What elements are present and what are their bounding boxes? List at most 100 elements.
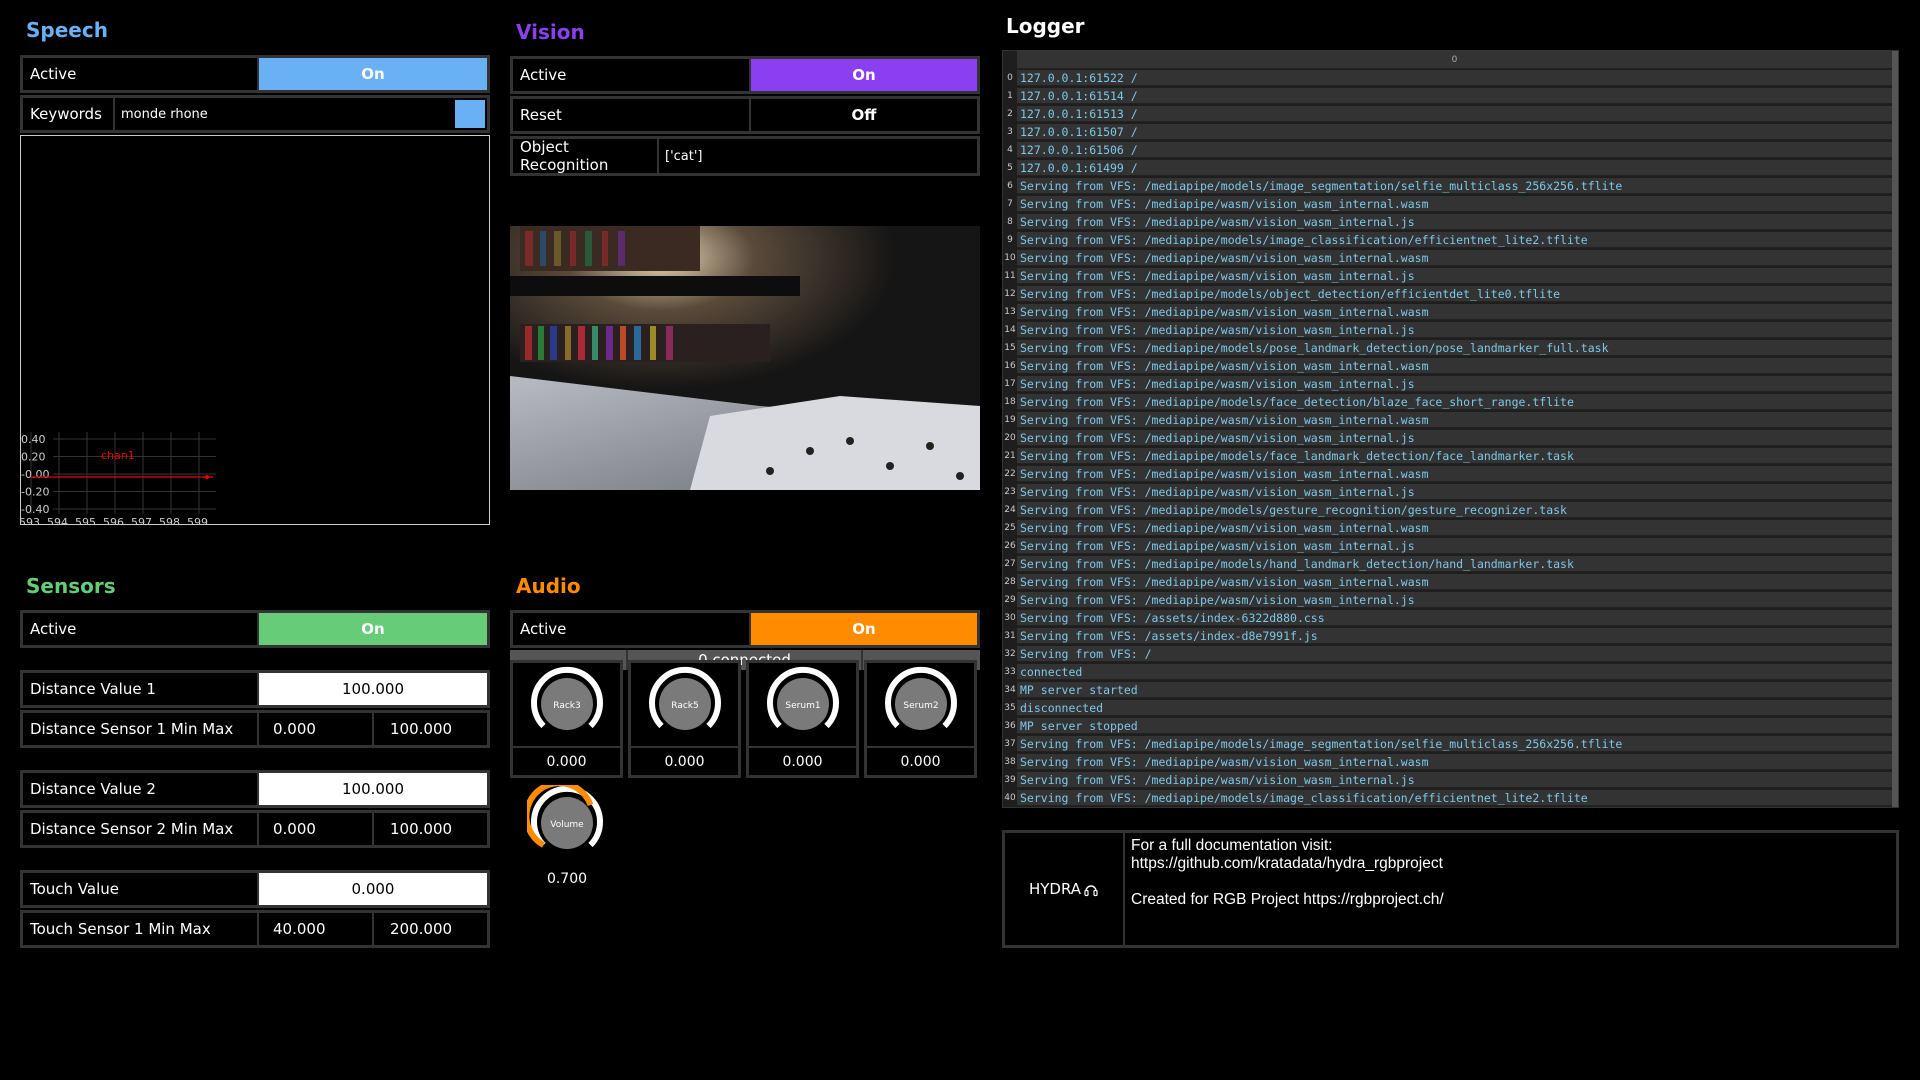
log-row: 12 Serving from VFS: /mediapipe/models/ob… <box>1003 285 1898 303</box>
plot-y-tick-label: -0.00 <box>21 468 49 481</box>
log-row-index: 37 <box>1004 739 1016 749</box>
plot-grid <box>30 432 216 514</box>
plot-x-tick-label: 597 <box>131 516 152 524</box>
distance1-min-input[interactable]: 0.000 <box>259 713 374 745</box>
log-row-index: 2 <box>1007 109 1013 119</box>
vision-active-row: Active On <box>510 56 980 94</box>
log-row-text: Serving from VFS: /mediapipe/wasm/vision… <box>1017 754 1892 770</box>
log-row-text: Serving from VFS: /mediapipe/models/imag… <box>1017 736 1892 752</box>
plot-y-tick-label: -0.20 <box>21 486 49 499</box>
log-row: 17 Serving from VFS: /mediapipe/wasm/visi… <box>1003 375 1898 393</box>
hydra-brand: HYDRA <box>1005 833 1125 945</box>
distance2-min-input[interactable]: 0.000 <box>259 813 374 845</box>
knob-rack3-label: Rack3 <box>553 701 580 711</box>
log-row-text: Serving from VFS: /mediapipe/models/gest… <box>1017 502 1892 518</box>
logger-column-header: 0 <box>1017 51 1892 69</box>
log-row-text: Serving from VFS: /mediapipe/wasm/vision… <box>1017 484 1892 500</box>
logger-rows: 0 127.0.0.1:61522 /1 127.0.0.1:61514 /2 127… <box>1003 69 1898 807</box>
knob-serum2: Serum2 0.000 <box>864 660 977 778</box>
distance1-max-input[interactable]: 100.000 <box>374 713 487 745</box>
log-row: 1 127.0.0.1:61514 / <box>1003 87 1898 105</box>
vision-active-label: Active <box>513 59 751 91</box>
plot-series-point <box>205 475 209 479</box>
log-row-text: MP server stopped <box>1017 718 1892 734</box>
knob-rack5-dial[interactable]: Rack5 <box>645 666 725 746</box>
log-row: 39 Serving from VFS: /mediapipe/wasm/visi… <box>1003 771 1898 789</box>
speech-active-row: Active On <box>20 55 490 93</box>
speech-active-label: Active <box>23 58 259 90</box>
log-row-index: 32 <box>1004 649 1016 659</box>
log-row-text: Serving from VFS: /mediapipe/models/obje… <box>1017 286 1892 302</box>
log-row-index: 29 <box>1004 595 1016 605</box>
log-row-index: 40 <box>1004 793 1016 803</box>
knob-volume-dial[interactable]: Volume <box>523 780 607 865</box>
vision-reset-toggle[interactable]: Off <box>751 99 977 131</box>
knob-rack3-dial[interactable]: Rack3 <box>527 666 607 746</box>
touch-max-input[interactable]: 200.000 <box>374 913 487 945</box>
log-row-text: 127.0.0.1:61507 / <box>1017 124 1892 140</box>
log-row: 21 Serving from VFS: /mediapipe/models/fa… <box>1003 447 1898 465</box>
docs-link-github[interactable]: https://github.com/kratadata/hydra_rgbpr… <box>1131 855 1444 873</box>
knob-rack5: Rack5 0.000 <box>628 660 741 778</box>
log-row: 40 Serving from VFS: /mediapipe/models/im… <box>1003 789 1898 807</box>
log-row-text: Serving from VFS: /mediapipe/wasm/vision… <box>1017 520 1892 536</box>
log-row-index: 0 <box>1007 73 1013 83</box>
log-row: 8 Serving from VFS: /mediapipe/wasm/visio… <box>1003 213 1898 231</box>
log-row-index: 19 <box>1004 415 1016 425</box>
vision-object-value: ['cat'] <box>665 148 703 164</box>
log-row-index: 7 <box>1007 199 1013 209</box>
vision-reset-label: Reset <box>513 99 751 131</box>
speech-active-toggle[interactable]: On <box>259 58 487 90</box>
speech-keywords-submit[interactable] <box>455 100 485 128</box>
distance2-label: Distance Value 2 <box>23 773 259 805</box>
log-row: 3 127.0.0.1:61507 / <box>1003 123 1898 141</box>
logger-scrollbar[interactable] <box>1892 51 1898 807</box>
log-row-index: 12 <box>1004 289 1016 299</box>
knob-serum2-dial[interactable]: Serum2 <box>881 666 961 746</box>
plot-x-tick-label: 598 <box>159 516 180 524</box>
docs-line-1: For a full documentation visit: <box>1131 837 1333 854</box>
log-row: 22 Serving from VFS: /mediapipe/wasm/visi… <box>1003 465 1898 483</box>
log-row-text: 127.0.0.1:61522 / <box>1017 70 1892 86</box>
log-row: 25 Serving from VFS: /mediapipe/wasm/visi… <box>1003 519 1898 537</box>
sensors-active-toggle[interactable]: On <box>259 613 487 645</box>
log-row: 38 Serving from VFS: /mediapipe/wasm/visi… <box>1003 753 1898 771</box>
audio-title: Audio <box>516 574 581 598</box>
knob-rack3: Rack3 0.000 <box>510 660 623 778</box>
log-row-text: Serving from VFS: /mediapipe/wasm/vision… <box>1017 322 1892 338</box>
vision-reset-row: Reset Off <box>510 96 980 134</box>
speech-plot-svg: 0.400.20-0.00-0.20-0.40 593 594 595 596 597 5… <box>19 432 216 529</box>
touch-row: Touch Value 0.000 <box>20 870 490 908</box>
info-panel: HYDRA For a full documentation visit: ht… <box>1002 830 1899 948</box>
docs-text: For a full documentation visit: https://… <box>1125 833 1450 945</box>
log-row: 33 connected <box>1003 663 1898 681</box>
log-row-text: Serving from VFS: /assets/index-6322d880… <box>1017 610 1892 626</box>
docs-line-rgb[interactable]: Created for RGB Project https://rgbproje… <box>1131 891 1444 909</box>
knob-serum1-dial[interactable]: Serum1 <box>763 666 843 746</box>
log-row-index: 24 <box>1004 505 1016 515</box>
audio-active-label: Active <box>513 613 751 645</box>
log-row-index: 28 <box>1004 577 1016 587</box>
distance2-max-input[interactable]: 100.000 <box>374 813 487 845</box>
sensors-title: Sensors <box>26 574 116 598</box>
log-row-index: 4 <box>1007 145 1013 155</box>
plot-y-tick-label: -0.40 <box>21 503 49 516</box>
knob-serum1-value: 0.000 <box>749 746 856 775</box>
log-row-text: Serving from VFS: /mediapipe/models/hand… <box>1017 556 1892 572</box>
vision-active-toggle[interactable]: On <box>751 59 977 91</box>
log-row-text: 127.0.0.1:61514 / <box>1017 88 1892 104</box>
plot-series-label: chan1 <box>101 449 135 462</box>
distance2-minmax-label: Distance Sensor 2 Min Max <box>23 813 259 845</box>
distance1-minmax-label: Distance Sensor 1 Min Max <box>23 713 259 745</box>
log-row-index: 22 <box>1004 469 1016 479</box>
distance2-row: Distance Value 2 100.000 <box>20 770 490 808</box>
log-row: 26 Serving from VFS: /mediapipe/wasm/visi… <box>1003 537 1898 555</box>
log-row: 24 Serving from VFS: /mediapipe/models/ge… <box>1003 501 1898 519</box>
log-row-index: 25 <box>1004 523 1016 533</box>
audio-active-toggle[interactable]: On <box>751 613 977 645</box>
speech-keywords-input[interactable]: monde rhone <box>115 98 453 130</box>
log-row: 14 Serving from VFS: /mediapipe/wasm/visi… <box>1003 321 1898 339</box>
logger-panel[interactable]: 0 0 127.0.0.1:61522 /1 127.0.0.1:61514 /2 1… <box>1002 50 1899 808</box>
log-row: 36 MP server stopped <box>1003 717 1898 735</box>
touch-min-input[interactable]: 40.000 <box>259 913 374 945</box>
